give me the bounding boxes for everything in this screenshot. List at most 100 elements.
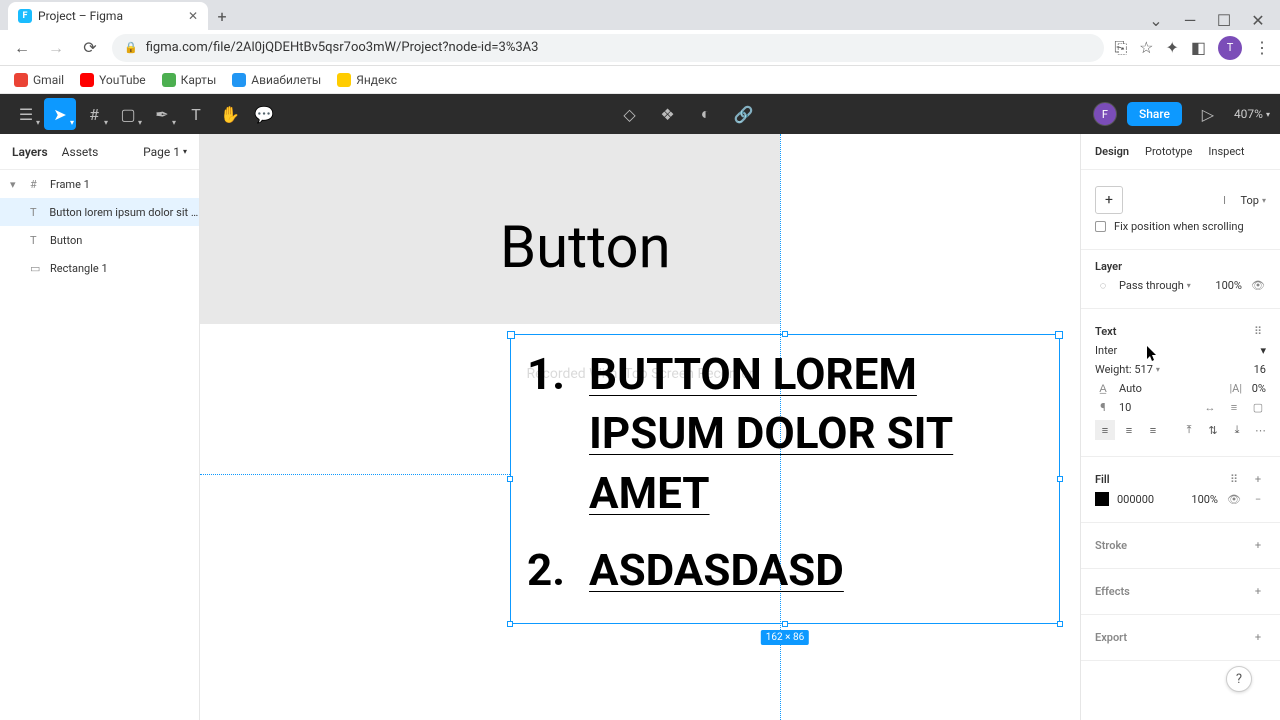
profile-avatar[interactable]: T — [1218, 36, 1242, 60]
layer-text[interactable]: T Button — [0, 226, 199, 254]
sidepanel-icon[interactable]: ◧ — [1191, 38, 1206, 57]
help-button[interactable]: ? — [1226, 666, 1252, 692]
bookmark-youtube[interactable]: YouTube — [80, 73, 146, 87]
pen-tool[interactable]: ✒▾ — [146, 98, 178, 130]
zoom-select[interactable]: 407%▾ — [1234, 107, 1270, 121]
forward-button: → — [44, 36, 68, 60]
share-button[interactable]: Share — [1127, 102, 1182, 126]
close-window-icon[interactable]: ✕ — [1248, 11, 1268, 30]
bookmark-gmail[interactable]: Gmail — [14, 73, 64, 87]
layer-opacity-input[interactable]: 100% — [1215, 279, 1242, 292]
remove-fill-icon[interactable]: − — [1250, 493, 1266, 506]
auto-height-icon[interactable]: ≡ — [1226, 401, 1242, 414]
frame-tool[interactable]: #▾ — [78, 98, 110, 130]
link-icon[interactable]: 🔗 — [727, 98, 759, 130]
text-style-icon[interactable]: ⠿ — [1250, 325, 1266, 338]
bookmark-yandex[interactable]: Яндекс — [337, 73, 397, 87]
selected-text-layer[interactable]: 1.BUTTON LOREM IPSUM DOLOR SIT AMET 2.AS… — [510, 334, 1060, 624]
paragraph-spacing-input[interactable]: 10 — [1119, 401, 1131, 414]
layer-text-selected[interactable]: T Button lorem ipsum dolor sit a... — [0, 198, 199, 226]
address-bar[interactable]: 🔒 figma.com/file/2Al0jQDEHtBv5qsr7oo3mW/… — [112, 34, 1104, 62]
page-selector[interactable]: Page 1▾ — [143, 145, 187, 159]
blend-mode-select[interactable]: Pass through▾ — [1119, 279, 1191, 292]
reload-button[interactable]: ⟳ — [78, 36, 102, 60]
move-tool[interactable]: ➤▾ — [44, 98, 76, 130]
vertical-constraint-icon: I — [1217, 194, 1233, 207]
canvas-text-button[interactable]: Button — [500, 214, 671, 282]
maximize-icon[interactable]: ☐ — [1214, 11, 1234, 30]
effects-section-title: Effects — [1095, 585, 1130, 598]
fix-position-label: Fix position when scrolling — [1114, 220, 1244, 233]
component-icon[interactable]: ❖ — [651, 98, 683, 130]
url-text: figma.com/file/2Al0jQDEHtBv5qsr7oo3mW/Pr… — [146, 40, 539, 55]
font-size-input[interactable]: 16 — [1254, 363, 1266, 376]
font-weight-select[interactable]: Weight: 517▾ — [1095, 363, 1160, 376]
auto-width-icon[interactable]: ↔ — [1202, 401, 1218, 414]
collaborator-avatar[interactable]: F — [1093, 102, 1117, 126]
tab-layers[interactable]: Layers — [12, 145, 48, 159]
tab-assets[interactable]: Assets — [62, 145, 99, 159]
layer-frame[interactable]: ▾ # Frame 1 — [0, 170, 199, 198]
fill-visibility-icon[interactable]: 👁 — [1226, 493, 1242, 506]
edit-object-icon[interactable]: ◇ — [613, 98, 645, 130]
add-fill-icon[interactable]: + — [1250, 473, 1266, 486]
fill-color-value[interactable]: 000000 — [1117, 493, 1154, 506]
fill-opacity-input[interactable]: 100% — [1191, 493, 1218, 506]
tab-prototype[interactable]: Prototype — [1145, 145, 1192, 158]
bookmark-star-icon[interactable]: ☆ — [1139, 38, 1153, 57]
text-more-icon[interactable]: ⋯ — [1255, 424, 1266, 437]
text-section-title: Text — [1095, 325, 1116, 338]
tab-inspect[interactable]: Inspect — [1208, 145, 1244, 158]
bookmark-aviabilety[interactable]: Авиабилеты — [232, 73, 321, 87]
layer-rect[interactable]: ▭ Rectangle 1 — [0, 254, 199, 282]
constraints-add[interactable]: + — [1095, 186, 1123, 214]
letter-spacing-icon: |A| — [1228, 382, 1244, 395]
bookmark-maps[interactable]: Карты — [162, 73, 217, 87]
fill-color-swatch[interactable] — [1095, 492, 1109, 506]
new-tab-button[interactable]: + — [208, 2, 236, 30]
font-family-select[interactable]: Inter — [1095, 344, 1252, 357]
text-tool[interactable]: T — [180, 98, 212, 130]
guide-horizontal — [200, 474, 510, 475]
vertical-constraint-select[interactable]: Top▾ — [1241, 194, 1267, 207]
frame-icon: # — [30, 178, 44, 191]
add-effect-icon[interactable]: + — [1250, 585, 1266, 598]
extensions-icon[interactable]: ✦ — [1165, 38, 1178, 57]
fill-section-title: Fill — [1095, 473, 1110, 486]
align-left-button[interactable]: ≡ — [1095, 420, 1115, 440]
chevron-down-icon[interactable]: ⌄ — [1146, 11, 1166, 30]
add-export-icon[interactable]: + — [1250, 631, 1266, 644]
hand-tool[interactable]: ✋ — [214, 98, 246, 130]
font-dropdown-icon[interactable]: ▾ — [1260, 344, 1266, 357]
menu-icon[interactable]: ⋮ — [1254, 38, 1270, 57]
minimize-icon[interactable]: — — [1180, 11, 1200, 30]
comment-tool[interactable]: 💬 — [248, 98, 280, 130]
mask-icon[interactable]: ◐ — [689, 98, 721, 130]
present-button[interactable]: ▷ — [1192, 98, 1224, 130]
close-tab-icon[interactable]: ✕ — [188, 9, 198, 23]
paragraph-spacing-icon: ¶ — [1095, 401, 1111, 414]
fill-style-icon[interactable]: ⠿ — [1226, 473, 1242, 486]
tab-design[interactable]: Design — [1095, 145, 1129, 158]
shape-tool[interactable]: ▢▾ — [112, 98, 144, 130]
rectangle-shape[interactable] — [200, 134, 780, 324]
back-button[interactable]: ← — [10, 36, 34, 60]
fix-position-checkbox[interactable] — [1095, 221, 1106, 232]
line-height-input[interactable]: Auto — [1119, 382, 1142, 395]
add-stroke-icon[interactable]: + — [1250, 539, 1266, 552]
bookmarks-bar: Gmail YouTube Карты Авиабилеты Яндекс — [0, 66, 1280, 94]
align-center-button[interactable]: ≡ — [1119, 420, 1139, 440]
blend-icon: ◌ — [1095, 279, 1111, 292]
browser-tab[interactable]: F Project – Figma ✕ — [8, 2, 208, 30]
visibility-icon[interactable]: 👁 — [1250, 279, 1266, 292]
letter-spacing-input[interactable]: 0% — [1252, 382, 1266, 395]
install-icon[interactable]: ⎘ — [1114, 38, 1127, 58]
canvas[interactable]: Button Recorded With iTop Screen Recorde… — [200, 134, 1080, 720]
align-bottom-button[interactable]: ⤓ — [1227, 420, 1247, 440]
main-menu-button[interactable]: ☰▾ — [10, 98, 42, 130]
align-middle-button[interactable]: ⇅ — [1203, 420, 1223, 440]
layer-section-title: Layer — [1095, 260, 1266, 273]
fixed-size-icon[interactable]: ▢ — [1250, 401, 1266, 414]
align-top-button[interactable]: ⤒ — [1179, 420, 1199, 440]
align-right-button[interactable]: ≡ — [1143, 420, 1163, 440]
